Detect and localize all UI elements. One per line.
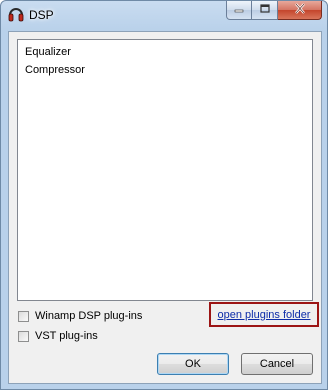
title-bar[interactable]: DSP — [1, 1, 327, 31]
list-item[interactable]: Compressor — [25, 61, 85, 79]
close-button[interactable] — [278, 1, 322, 20]
dialog-body: Equalizer Compressor Winamp DSP plug-ins… — [8, 31, 322, 384]
caption-buttons — [226, 1, 322, 21]
headphones-icon — [8, 6, 24, 23]
close-icon — [294, 3, 306, 17]
minimize-button[interactable] — [226, 1, 252, 20]
maximize-button[interactable] — [252, 1, 278, 20]
vst-label: VST plug-ins — [35, 330, 98, 342]
cancel-button[interactable]: Cancel — [241, 353, 313, 375]
winamp-dsp-label: Winamp DSP plug-ins — [35, 310, 143, 322]
open-plugins-folder-highlight: open plugins folder — [209, 302, 319, 327]
winamp-dsp-checkbox[interactable] — [18, 310, 29, 322]
dsp-dialog: DSP Equalizer Compressor Winamp DSP plug… — [0, 0, 328, 390]
ok-button[interactable]: OK — [157, 353, 229, 375]
plugin-list[interactable]: Equalizer Compressor — [17, 39, 313, 301]
vst-checkbox[interactable] — [18, 330, 29, 342]
vst-option[interactable]: VST plug-ins — [18, 328, 98, 344]
list-item[interactable]: Equalizer — [25, 43, 71, 61]
minimize-icon — [234, 4, 244, 16]
open-plugins-folder-link[interactable]: open plugins folder — [218, 309, 311, 321]
window-title: DSP — [29, 8, 54, 22]
winamp-dsp-option[interactable]: Winamp DSP plug-ins — [18, 308, 142, 324]
maximize-icon — [259, 4, 270, 16]
